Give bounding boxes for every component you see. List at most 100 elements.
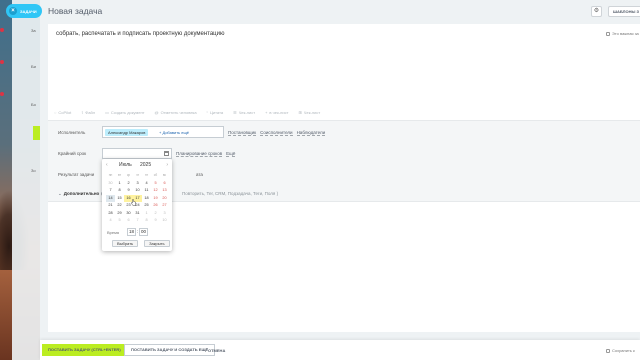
background-label: Би	[31, 64, 36, 69]
toolbar-copilot[interactable]: ◌ CoPilot	[54, 110, 71, 115]
calendar-day[interactable]: 15	[115, 195, 124, 203]
result-label: Результат задачи	[58, 172, 95, 177]
calendar-day[interactable]: 26	[151, 202, 160, 210]
select-date-button[interactable]: Выбрать	[112, 240, 139, 247]
role-creator-link[interactable]: Постановщик	[228, 130, 257, 136]
close-icon: ×	[9, 7, 17, 15]
deadline-input[interactable]	[102, 148, 172, 159]
prev-month-button[interactable]: ‹	[106, 162, 108, 168]
background-label: Бо	[31, 102, 36, 107]
next-month-button[interactable]: ›	[166, 162, 168, 168]
calendar-day[interactable]: 6	[160, 180, 169, 188]
role-coexecutors-link[interactable]: Соисполнители	[260, 130, 293, 136]
assignee-chip[interactable]: Александр Макаров	[105, 129, 149, 136]
calendar-day[interactable]: 13	[160, 187, 169, 195]
add-assignee-link[interactable]: + Добавить ещё	[159, 129, 189, 136]
calendar-day[interactable]: 10	[133, 187, 142, 195]
calendar-day[interactable]: 1	[115, 180, 124, 188]
calendar-day[interactable]: 28	[106, 210, 115, 218]
templates-button[interactable]: ШАБЛОНЫ З	[608, 6, 640, 17]
calendar-day[interactable]: 18	[142, 195, 151, 203]
save-as-template-checkbox[interactable]: Сохранить к	[606, 348, 635, 353]
calendar-day[interactable]: 6	[124, 217, 133, 225]
task-title-input[interactable]: собрать, распечатать и подписать проектн…	[56, 31, 224, 37]
background-green-button	[33, 126, 40, 140]
minutes-input[interactable]: 00	[139, 228, 148, 236]
toolbar-file[interactable]: ⌇ Файл	[81, 110, 95, 115]
calendar-day[interactable]: 4	[106, 217, 115, 225]
calendar-header: ‹ Июль 2025 ›	[102, 162, 172, 170]
save-task-button[interactable]: ПОСТАВИТЬ ЗАДАЧУ (CTRL+ENTER)	[42, 344, 127, 356]
calendar-day[interactable]: 31	[133, 210, 142, 218]
toolbar-label: CoPilot	[58, 110, 72, 115]
calendar-day[interactable]: 4	[142, 180, 151, 188]
planning-link[interactable]: Планирование сроков	[176, 151, 223, 157]
calendar-day[interactable]: 20	[160, 195, 169, 203]
calendar-day[interactable]: 7	[133, 217, 142, 225]
calendar-day[interactable]: 25	[142, 202, 151, 210]
calendar-day[interactable]: 2	[151, 210, 160, 218]
month-select[interactable]: Июль	[119, 162, 132, 168]
calendar-day[interactable]: 30	[124, 210, 133, 218]
calendar-day[interactable]: 8	[115, 187, 124, 195]
year-select[interactable]: 2025	[140, 162, 151, 168]
page-title: Новая задача	[48, 6, 103, 16]
weekday-header: вс	[162, 173, 167, 177]
more-deadline-link[interactable]: Ещё	[226, 151, 236, 157]
settings-button[interactable]: ⚙	[591, 6, 602, 17]
calendar-day[interactable]: 8	[142, 217, 151, 225]
close-calendar-button[interactable]: Закрыть	[144, 240, 170, 247]
save-and-create-button[interactable]: ПОСТАВИТЬ ЗАДАЧУ И СОЗДАТЬ ЕЩЁ	[124, 344, 216, 356]
calendar-day[interactable]: 7	[106, 187, 115, 195]
copilot-icon: ◌	[54, 110, 57, 115]
calendar-day[interactable]: 27	[160, 202, 169, 210]
plus-icon: +	[265, 110, 268, 115]
role-observers-link[interactable]: Наблюдатели	[296, 130, 326, 136]
form-footer: ПОСТАВИТЬ ЗАДАЧУ (CTRL+ENTER) ПОСТАВИТЬ …	[40, 340, 640, 360]
toolbar-label: Отметить человека	[160, 110, 197, 115]
calendar-day[interactable]: 10	[160, 217, 169, 225]
calendar-day[interactable]: 29	[115, 210, 124, 218]
calendar-day[interactable]: 5	[151, 180, 160, 188]
toolbar-label: Цитата	[209, 110, 224, 115]
calendar-day[interactable]: 11	[142, 187, 151, 195]
calendar-day[interactable]: 30	[106, 180, 115, 188]
hours-input[interactable]: 18	[127, 228, 136, 236]
weekday-header: сб	[153, 173, 158, 177]
additional-fields-list: Повторить, Тег, CRM, Подзадача, Теги, По…	[182, 191, 279, 196]
toolbar-mention[interactable]: @ Отметить человека	[155, 110, 197, 115]
notification-dot	[0, 60, 4, 64]
calendar-day[interactable]: 19	[151, 195, 160, 203]
background-label: За	[31, 28, 36, 33]
weekday-header: пт	[144, 173, 149, 177]
calendar-day[interactable]: 1	[142, 210, 151, 218]
toolbar-to-checklist[interactable]: + в чек-лист	[265, 110, 288, 115]
toolbar-checklist-2[interactable]: ⊞ Чек-лист	[298, 110, 320, 115]
assignee-field[interactable]: Александр Макаров + Добавить ещё	[102, 126, 224, 138]
toolbar-create-document[interactable]: ▭ Создать документ	[105, 110, 144, 115]
calendar-day[interactable]: 9	[124, 187, 133, 195]
calendar-day[interactable]: 14	[106, 194, 115, 202]
toolbar-quote[interactable]: “Цитата	[207, 110, 223, 115]
editor-toolbar: ◌ CoPilot ⌇ Файл ▭ Создать документ @ Отмети…	[54, 110, 320, 115]
calendar-day[interactable]: 3	[133, 180, 142, 188]
toolbar-checklist[interactable]: ☰ Чек-лист	[233, 110, 255, 115]
calendar-day[interactable]: 9	[151, 217, 160, 225]
calendar-day[interactable]: 21	[106, 202, 115, 210]
calendar-day[interactable]: 3	[160, 210, 169, 218]
at-icon: @	[154, 110, 159, 115]
toolbar-label: Создать документ	[110, 110, 145, 115]
calendar-day[interactable]: 2	[124, 180, 133, 188]
hand-cursor-icon	[131, 199, 136, 206]
important-checkbox[interactable]: Это важная за	[606, 31, 639, 36]
calendar-day[interactable]: 12	[151, 187, 160, 195]
cancel-button[interactable]: ОТМЕНА	[208, 348, 225, 353]
save-template-label: Сохранить к	[612, 348, 635, 353]
weekday-header: чт	[135, 173, 140, 177]
deadline-label: Крайний срок	[58, 151, 87, 156]
close-slider-button[interactable]: × ЗАДАЧИ	[6, 4, 42, 18]
calendar-day[interactable]: 5	[115, 217, 124, 225]
calendar-day[interactable]: 22	[115, 202, 124, 210]
calendar-icon[interactable]	[164, 151, 169, 156]
toolbar-label: Чек-лист	[238, 110, 256, 115]
